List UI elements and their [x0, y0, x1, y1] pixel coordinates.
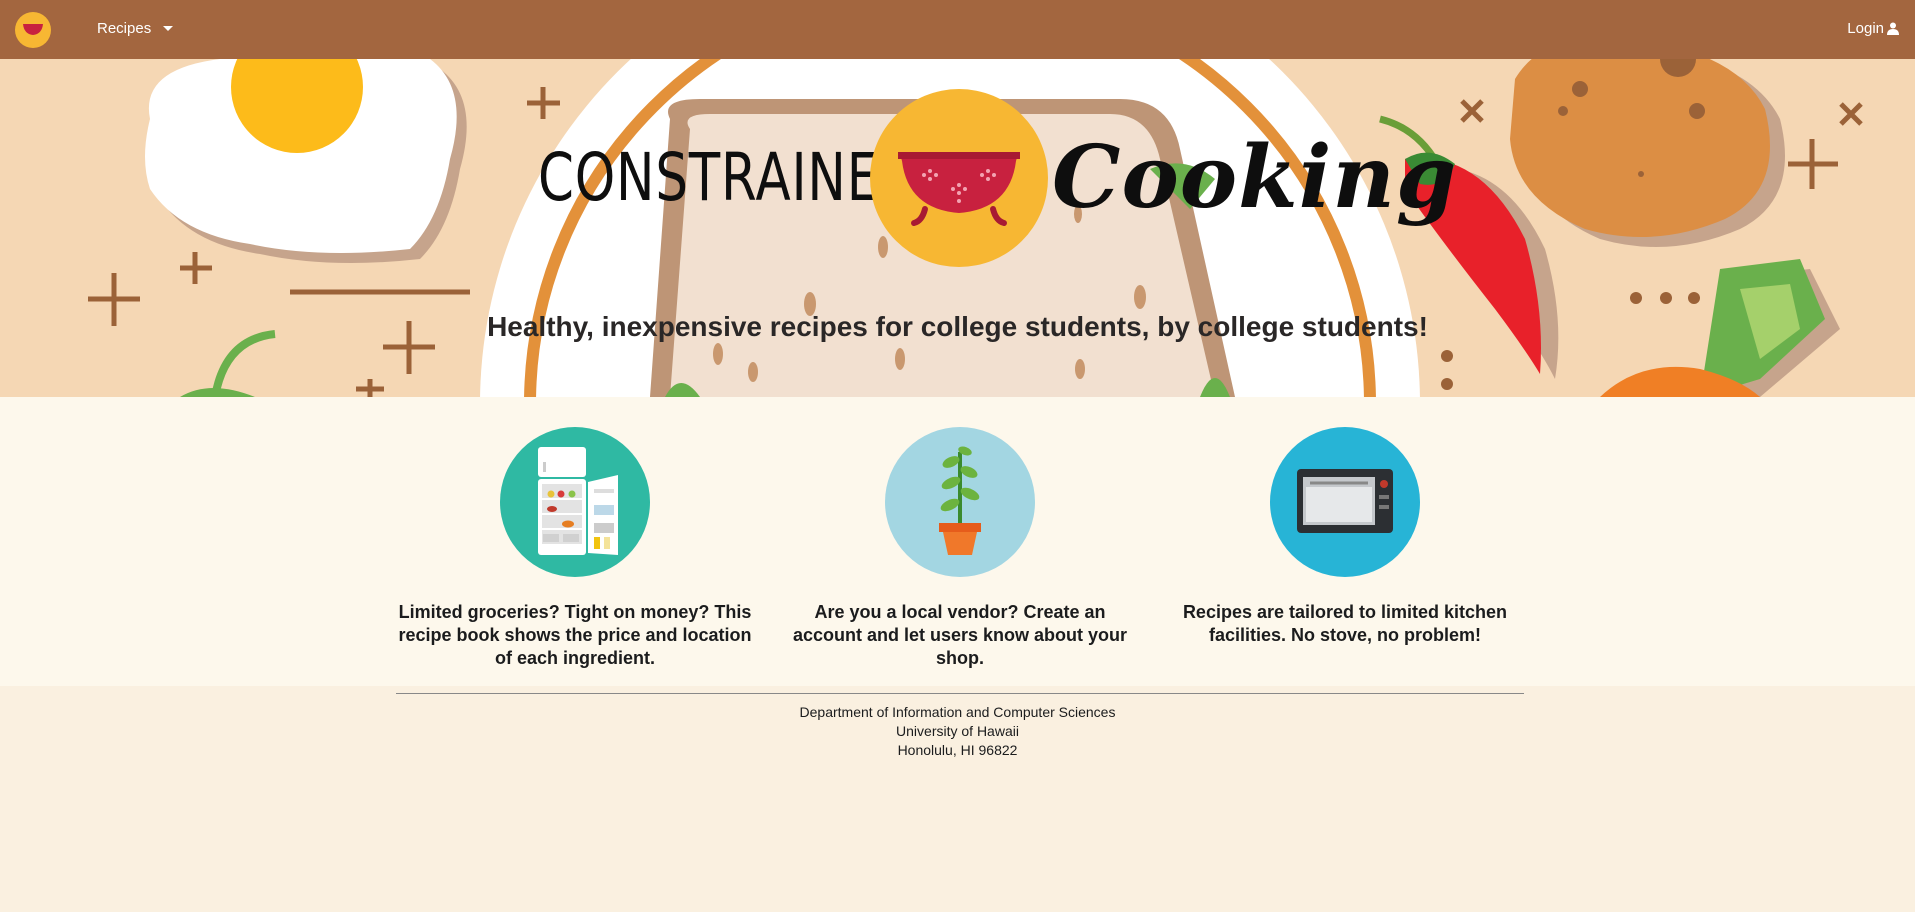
- recipes-label: Recipes: [97, 20, 152, 37]
- login-link[interactable]: Login: [1847, 20, 1899, 37]
- colander-icon: [23, 24, 43, 35]
- footer: Department of Information and Computer S…: [0, 703, 1915, 760]
- features-section: Limited groceries? Tight on money? This …: [0, 397, 1915, 686]
- feature-kitchen-text: Recipes are tailored to limited kitchen …: [1182, 602, 1508, 645]
- recipes-dropdown[interactable]: Recipes: [97, 20, 174, 37]
- feature-groceries-text: Limited groceries? Tight on money? This …: [398, 602, 752, 668]
- feature-vendor: Are you a local vendor? Create an accoun…: [780, 427, 1140, 670]
- footer-divider: [396, 693, 1524, 694]
- tagline: Healthy, inexpensive recipes for college…: [487, 311, 1428, 342]
- plant-icon: [885, 427, 1035, 577]
- home-logo[interactable]: [15, 12, 51, 48]
- title-left-text: CONSTRAINED: [538, 139, 921, 216]
- feature-kitchen: Recipes are tailored to limited kitchen …: [1165, 427, 1525, 647]
- fridge-icon: [500, 427, 650, 577]
- hero-banner: CONSTRAINED Cooking Healthy, inexpensive…: [0, 59, 1915, 397]
- title-logo-circle: [870, 89, 1048, 267]
- feature-vendor-text: Are you a local vendor? Create an accoun…: [792, 602, 1128, 668]
- user-icon: [1887, 22, 1899, 35]
- title-right-text: Cooking: [1052, 127, 1458, 228]
- footer-university: University of Hawaii: [896, 723, 1019, 739]
- footer-address: Honolulu, HI 96822: [897, 742, 1018, 758]
- footer-department: Department of Information and Computer S…: [799, 704, 1116, 720]
- login-label: Login: [1847, 20, 1884, 37]
- oven-icon: [1270, 427, 1420, 577]
- caret-down-icon: [163, 26, 174, 31]
- navbar: Recipes Login: [0, 0, 1915, 59]
- colander-icon: [898, 152, 1020, 226]
- feature-groceries: Limited groceries? Tight on money? This …: [395, 427, 755, 670]
